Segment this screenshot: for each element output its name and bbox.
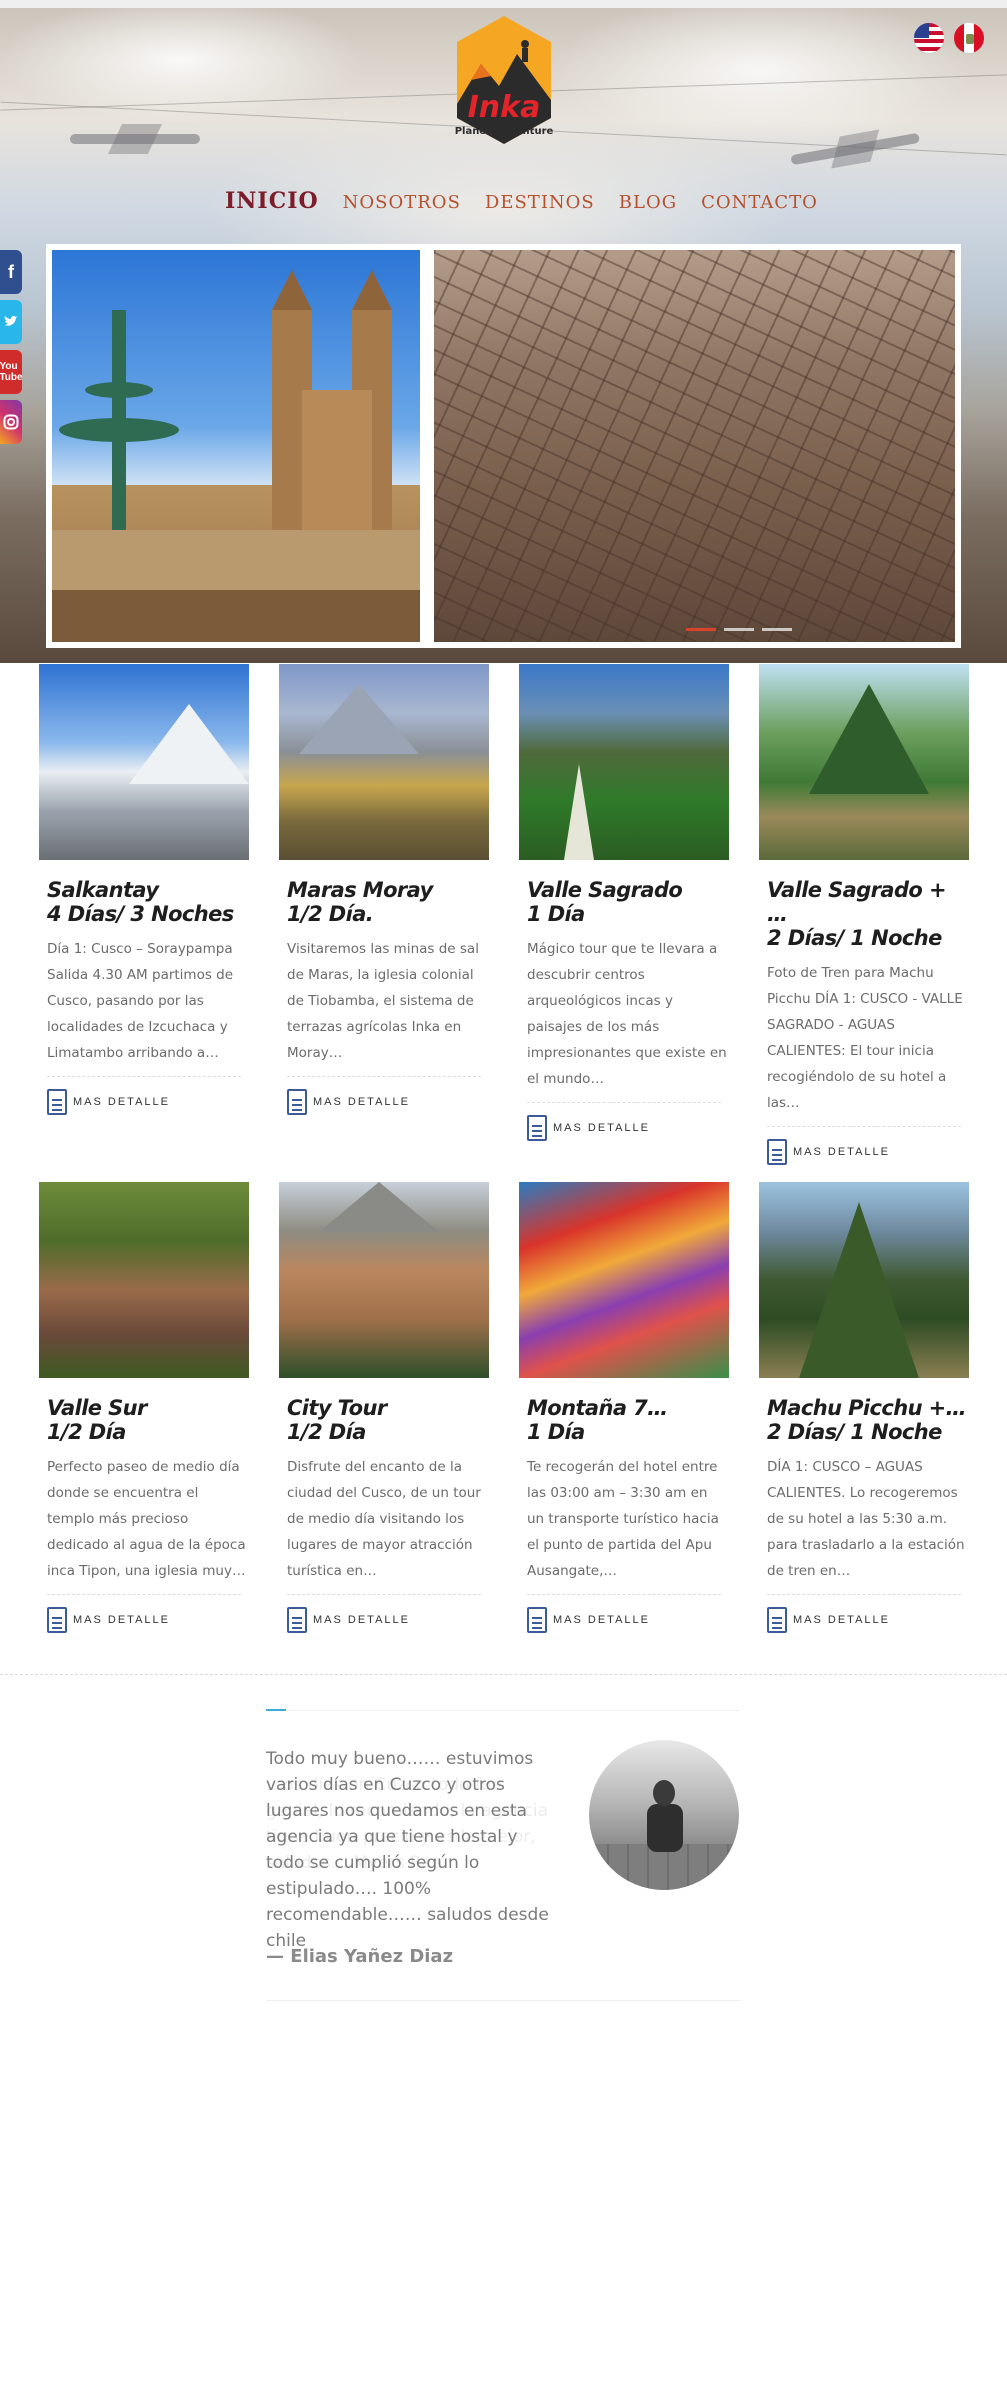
document-icon xyxy=(527,1607,547,1633)
nav-blog[interactable]: BLOG xyxy=(619,192,677,213)
youtube-icon[interactable]: You Tube xyxy=(0,350,23,394)
airplane-graphic xyxy=(788,119,922,177)
slider-dot[interactable] xyxy=(724,628,754,631)
more-details-link[interactable]: MAS DETALLE xyxy=(47,1089,249,1115)
nav-destinos[interactable]: DESTINOS xyxy=(485,192,595,213)
slider-dot[interactable] xyxy=(686,628,716,631)
tour-card: Maras Moray 1/2 Día. Visitaremos las mina… xyxy=(279,664,489,1115)
document-icon xyxy=(287,1607,307,1633)
tour-title[interactable]: Valle Sagrado + … 2 Días/ 1 Noche xyxy=(767,878,969,950)
hero-header: Inka Planet Adventure INICIO NOSOTROS DE… xyxy=(0,0,1007,663)
tour-description: Mágico tour que te llevara a descubrir c… xyxy=(527,941,727,1087)
twitter-icon[interactable] xyxy=(0,300,22,344)
divider xyxy=(767,1126,961,1127)
nav-contacto[interactable]: CONTACTO xyxy=(701,192,818,213)
divider xyxy=(767,1594,961,1595)
testimonial-top-rule xyxy=(266,1710,740,1711)
tour-title[interactable]: Valle Sagrado 1 Día xyxy=(527,878,729,926)
slide-cusco-plaza-image xyxy=(52,250,420,642)
more-details-link[interactable]: MAS DETALLE xyxy=(287,1607,489,1633)
instagram-icon[interactable] xyxy=(0,400,22,444)
divider xyxy=(527,1594,721,1595)
tour-image-machu-picchu[interactable] xyxy=(759,1182,969,1378)
nav-nosotros[interactable]: NOSOTROS xyxy=(343,192,461,213)
tour-card: Salkantay 4 Días/ 3 Noches Día 1: Cusco –… xyxy=(39,664,249,1115)
document-icon xyxy=(767,1607,787,1633)
main-nav: INICIO NOSOTROS DESTINOS BLOG CONTACTO xyxy=(225,188,818,214)
inka-logo[interactable]: Inka Planet Adventure xyxy=(451,14,557,160)
document-icon xyxy=(767,1139,787,1165)
us-flag-icon[interactable] xyxy=(913,22,945,54)
peru-flag-icon[interactable] xyxy=(953,22,985,54)
testimonial-author: — Elias Yañez Diaz xyxy=(266,1946,454,1967)
tour-description: Disfrute del encanto de la ciudad del Cu… xyxy=(287,1459,481,1579)
tour-title[interactable]: Salkantay 4 Días/ 3 Noches xyxy=(47,878,249,926)
document-icon xyxy=(527,1115,547,1141)
tour-image-city-tour[interactable] xyxy=(279,1182,489,1378)
document-icon xyxy=(47,1089,67,1115)
tour-image-maras-moray[interactable] xyxy=(279,664,489,860)
language-switcher xyxy=(913,22,985,54)
nav-inicio[interactable]: INICIO xyxy=(225,188,319,214)
social-sidebar: f You Tube xyxy=(0,250,23,444)
tour-image-valle-sagrado-machu-picchu[interactable] xyxy=(759,664,969,860)
section-divider xyxy=(0,1674,1007,1675)
tour-card: Valle Sagrado + … 2 Días/ 1 Noche Foto de… xyxy=(759,664,969,1165)
slider-dot[interactable] xyxy=(762,628,792,631)
tour-card: City Tour 1/2 Día Disfrute del encanto de… xyxy=(279,1182,489,1633)
more-details-link[interactable]: MAS DETALLE xyxy=(527,1115,729,1141)
logo-wordmark: Inka xyxy=(468,90,541,125)
tour-image-rainbow-mountain[interactable] xyxy=(519,1182,729,1378)
tour-card: Valle Sagrado 1 Día Mágico tour que te ll… xyxy=(519,664,729,1141)
tour-description: Te recogerán del hotel entre las 03:00 a… xyxy=(527,1459,719,1579)
tour-card: Machu Picchu +… 2 Días/ 1 Noche DÍA 1: CU… xyxy=(759,1182,969,1633)
tour-description: Visitaremos las minas de sal de Maras, l… xyxy=(287,941,479,1061)
facebook-icon[interactable]: f xyxy=(0,250,22,294)
tour-image-valle-sagrado[interactable] xyxy=(519,664,729,860)
more-details-link[interactable]: MAS DETALLE xyxy=(767,1139,969,1165)
tour-card: Valle Sur 1/2 Día Perfecto paseo de medio… xyxy=(39,1182,249,1633)
tour-image-valle-sur[interactable] xyxy=(39,1182,249,1378)
more-details-link[interactable]: MAS DETALLE xyxy=(287,1089,489,1115)
testimonial-quote: Todo muy bueno…… estuvimos varios días e… xyxy=(266,1749,549,1951)
divider xyxy=(287,1076,481,1077)
tour-title[interactable]: Maras Moray 1/2 Día. xyxy=(287,878,489,926)
tour-image-salkantay[interactable] xyxy=(39,664,249,860)
tour-description: Foto de Tren para Machu Picchu DÍA 1: CU… xyxy=(767,965,963,1111)
divider xyxy=(47,1594,241,1595)
divider xyxy=(47,1076,241,1077)
airplane-graphic xyxy=(70,120,200,156)
document-icon xyxy=(287,1089,307,1115)
tour-title[interactable]: City Tour 1/2 Día xyxy=(287,1396,489,1444)
tour-description: Perfecto paseo de medio día donde se enc… xyxy=(47,1459,246,1579)
image-slider[interactable] xyxy=(46,244,961,648)
slide-aerial-ruins-image xyxy=(434,250,955,642)
testimonial-bottom-rule xyxy=(266,2000,740,2001)
testimonial-accent xyxy=(266,1709,286,1711)
tour-description: Día 1: Cusco – Soraypampa Salida 4.30 AM… xyxy=(47,941,234,1061)
more-details-link[interactable]: MAS DETALLE xyxy=(47,1607,249,1633)
tour-title[interactable]: Machu Picchu +… 2 Días/ 1 Noche xyxy=(767,1396,969,1444)
divider xyxy=(287,1594,481,1595)
more-details-link[interactable]: MAS DETALLE xyxy=(527,1607,729,1633)
document-icon xyxy=(47,1607,67,1633)
logo-tagline: Planet Adventure xyxy=(455,126,554,137)
tour-title[interactable]: Valle Sur 1/2 Día xyxy=(47,1396,249,1444)
testimonial-avatar xyxy=(589,1740,739,1890)
divider xyxy=(527,1102,721,1103)
top-strip xyxy=(0,0,1007,8)
slider-dots xyxy=(686,628,792,631)
more-details-link[interactable]: MAS DETALLE xyxy=(767,1607,969,1633)
tour-description: DÍA 1: CUSCO – AGUAS CALIENTES. Lo recog… xyxy=(767,1459,965,1579)
tour-title[interactable]: Montaña 7… 1 Día xyxy=(527,1396,729,1444)
tour-card: Montaña 7… 1 Día Te recogerán del hotel e… xyxy=(519,1182,729,1633)
